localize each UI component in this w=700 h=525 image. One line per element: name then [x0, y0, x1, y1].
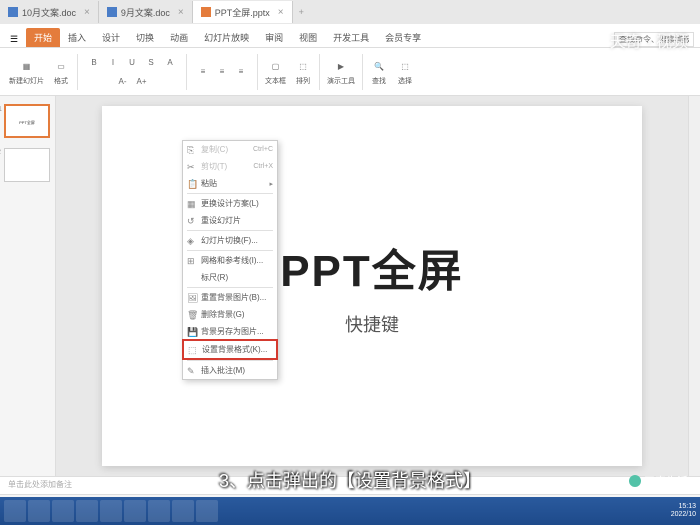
task-app-2[interactable]	[52, 500, 74, 522]
menu-vip[interactable]: 会员专享	[377, 28, 429, 47]
context-menu: ⎘复制(C)Ctrl+C ✂剪切(T)Ctrl+X 📋粘贴▸ ▦更换设计方案(L…	[182, 140, 278, 380]
chevron-right-icon: ▸	[269, 180, 273, 188]
add-tab-button[interactable]: +	[293, 7, 310, 17]
select-button[interactable]: ⬚选择	[393, 57, 417, 86]
menu-design[interactable]: 设计	[94, 28, 128, 47]
font-size-plus[interactable]: A+	[133, 72, 151, 90]
font-color-button[interactable]: A	[161, 53, 179, 71]
ctx-copy[interactable]: ⎘复制(C)Ctrl+C	[183, 141, 277, 158]
thumbnail-1[interactable]: 1PPT全屏	[4, 104, 50, 138]
menu-insert[interactable]: 插入	[60, 28, 94, 47]
windows-taskbar: 15:132022/10	[0, 497, 700, 525]
grid-icon: ⊞	[187, 256, 197, 266]
image-icon: 🖼	[187, 293, 197, 303]
menu-transition[interactable]: 切换	[128, 28, 162, 47]
tab-doc-1[interactable]: 10月文案.doc×	[0, 1, 99, 23]
slide-title: PPT全屏	[280, 235, 464, 299]
home-icon[interactable]: ☰	[6, 31, 22, 47]
scrollbar[interactable]	[688, 96, 700, 476]
strike-button[interactable]: S	[142, 53, 160, 71]
ctx-reset-slide[interactable]: ↺重设幻灯片	[183, 212, 277, 229]
presentation-tools-button[interactable]: ▶演示工具	[324, 57, 358, 86]
ctx-cut[interactable]: ✂剪切(T)Ctrl+X	[183, 158, 277, 175]
document-tabs: 10月文案.doc× 9月文案.doc× PPT全屏.pptx× +	[0, 0, 700, 24]
task-app-3[interactable]	[76, 500, 98, 522]
reset-icon: ↺	[187, 216, 197, 226]
ctx-save-bg[interactable]: 💾背景另存为图片...	[183, 323, 277, 340]
copy-icon: ⎘	[187, 145, 197, 155]
menu-slideshow[interactable]: 幻灯片放映	[196, 28, 257, 47]
format-button[interactable]: ▭格式	[49, 57, 73, 86]
new-slide-button[interactable]: ▦新建幻灯片	[6, 57, 47, 86]
task-app-5[interactable]	[124, 500, 146, 522]
word-icon	[8, 7, 18, 17]
slide-thumbnails: 1PPT全屏 2	[0, 96, 56, 476]
bold-button[interactable]: B	[85, 53, 103, 71]
delete-icon: 🗑	[187, 310, 197, 320]
menu-review[interactable]: 审阅	[257, 28, 291, 47]
tab-doc-3[interactable]: PPT全屏.pptx×	[193, 1, 293, 23]
close-icon[interactable]: ×	[178, 7, 184, 18]
slide-canvas[interactable]: PPT全屏 快捷键	[56, 96, 688, 476]
tab-doc-2[interactable]: 9月文案.doc×	[99, 1, 193, 23]
cut-icon: ✂	[187, 162, 197, 172]
italic-button[interactable]: I	[104, 53, 122, 71]
ctx-set-bg-format[interactable]: ⬚设置背景格式(K)...	[182, 339, 278, 360]
align-center-button[interactable]: ≡	[213, 63, 231, 81]
format-icon: ⬚	[188, 345, 198, 355]
ctx-paste[interactable]: 📋粘贴▸	[183, 175, 277, 192]
menu-animation[interactable]: 动画	[162, 28, 196, 47]
close-icon[interactable]: ×	[278, 7, 284, 18]
ribbon-toolbar: ▦新建幻灯片 ▭格式 BIUSAA-A+ ≡≡≡ ▢文本框 ⬚排列 ▶演示工具 …	[0, 48, 700, 96]
ctx-delete-bg[interactable]: 🗑删除背景(G)	[183, 306, 277, 323]
find-button[interactable]: 🔍查找	[367, 57, 391, 86]
ctx-transition[interactable]: ◈幻灯片切换(F)...	[183, 232, 277, 249]
brand-logo: 天奇生活	[629, 473, 688, 489]
transition-icon: ◈	[187, 236, 197, 246]
slide-subtitle: 快捷键	[345, 311, 399, 337]
task-app-4[interactable]	[100, 500, 122, 522]
system-tray[interactable]: 15:132022/10	[671, 503, 696, 520]
brand-icon	[629, 475, 641, 487]
menu-dev[interactable]: 开发工具	[325, 28, 377, 47]
note-icon: ✎	[187, 366, 197, 376]
close-icon[interactable]: ×	[84, 7, 90, 18]
start-button[interactable]	[4, 500, 26, 522]
paste-icon: 📋	[187, 179, 197, 189]
main-area: 1PPT全屏 2 PPT全屏 快捷键	[0, 96, 700, 476]
text-box-button[interactable]: ▢文本框	[262, 57, 289, 86]
ctx-reset-bg[interactable]: 🖼重置背景图片(B)...	[183, 289, 277, 306]
task-app-7[interactable]	[172, 500, 194, 522]
ctx-insert-note[interactable]: ✎插入批注(M)	[183, 362, 277, 379]
ppt-icon	[201, 7, 211, 17]
font-size-minus[interactable]: A-	[114, 72, 132, 90]
align-left-button[interactable]: ≡	[194, 63, 212, 81]
task-app-6[interactable]	[148, 500, 170, 522]
ctx-change-design[interactable]: ▦更换设计方案(L)	[183, 195, 277, 212]
align-right-button[interactable]: ≡	[232, 63, 250, 81]
menu-start[interactable]: 开始	[26, 28, 60, 47]
video-subtitle: 3、点击弹出的【设置背景格式】	[0, 467, 700, 493]
underline-button[interactable]: U	[123, 53, 141, 71]
thumbnail-2[interactable]: 2	[4, 148, 50, 182]
task-app-1[interactable]	[28, 500, 50, 522]
ctx-grid[interactable]: ⊞网格和参考线(I)...	[183, 252, 277, 269]
task-app-8[interactable]	[196, 500, 218, 522]
ctx-ruler[interactable]: 标尺(R)	[183, 269, 277, 286]
word-icon	[107, 7, 117, 17]
arrange-button[interactable]: ⬚排列	[291, 57, 315, 86]
design-icon: ▦	[187, 199, 197, 209]
save-icon: 💾	[187, 327, 197, 337]
menu-bar: ☰ 开始 插入 设计 切换 动画 幻灯片放映 审阅 视图 开发工具 会员专享	[0, 24, 700, 48]
menu-view[interactable]: 视图	[291, 28, 325, 47]
watermark: 天奇 · 视频	[610, 28, 688, 52]
